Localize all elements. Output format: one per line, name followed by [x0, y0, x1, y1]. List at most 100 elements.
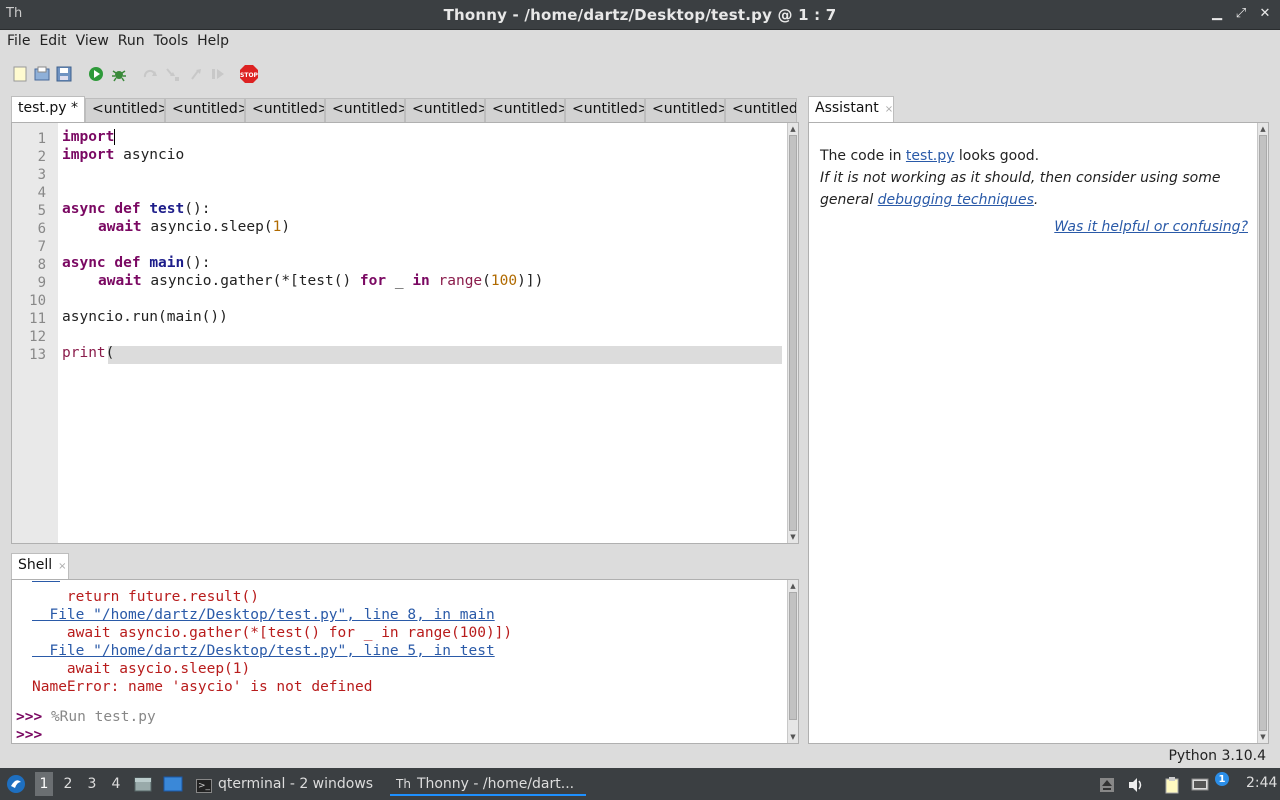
debug-icon[interactable]: [110, 65, 128, 83]
shell-scroll-thumb[interactable]: [789, 592, 797, 720]
shell-error-message: NameError: name 'asycio' is not defined: [32, 679, 373, 695]
tab-untitled[interactable]: <untitled>: [325, 98, 405, 122]
workspace-3[interactable]: 3: [83, 776, 101, 792]
line-number: 9: [37, 275, 46, 291]
stop-icon-label: STOP: [240, 72, 259, 79]
menu-view[interactable]: View: [72, 30, 113, 54]
shell-scrollbar[interactable]: ▲ ▼: [787, 580, 798, 743]
line-number: 11: [29, 311, 46, 327]
line-number: 7: [37, 239, 46, 255]
code-line-13: print(: [62, 345, 115, 361]
volume-icon[interactable]: [1127, 776, 1145, 794]
new-file-icon[interactable]: [11, 65, 29, 83]
tab-untitled[interactable]: <untitled>: [565, 98, 645, 122]
tab-untitled[interactable]: <untitled>: [645, 98, 725, 122]
code-line-9: await asyncio.gather(*[test() for _ in r…: [98, 273, 544, 289]
step-over-icon[interactable]: [141, 65, 159, 83]
stop-icon[interactable]: STOP: [239, 64, 259, 84]
save-file-icon[interactable]: [55, 65, 73, 83]
menu-tools[interactable]: Tools: [150, 30, 193, 54]
clock[interactable]: 2:44: [1246, 775, 1277, 791]
shell-input-line[interactable]: >>>: [16, 727, 42, 743]
shell-console[interactable]: return future.result() File "/home/dartz…: [11, 579, 799, 744]
code-line-5: async def test():: [62, 201, 211, 217]
editor-scrollbar[interactable]: ▲ ▼: [787, 123, 798, 543]
close-tab-icon[interactable]: ×: [58, 561, 66, 572]
window-titlebar: Th Thonny - /home/dartz/Desktop/test.py …: [0, 0, 1280, 30]
close-tab-icon[interactable]: ×: [885, 104, 893, 115]
tab-untitled[interactable]: <untitled>: [485, 98, 565, 122]
menu-run[interactable]: Run: [114, 30, 149, 54]
task-qterminal[interactable]: >_ qterminal - 2 windows: [190, 772, 379, 796]
line-number: 1: [37, 131, 46, 147]
editor-scroll-thumb[interactable]: [789, 135, 797, 531]
minimize-icon[interactable]: ▁: [1210, 6, 1224, 21]
show-desktop-icon[interactable]: [163, 775, 183, 793]
clipboard-icon[interactable]: [1163, 776, 1181, 794]
line-number-gutter: 1 2 3 4 5 6 7 8 9 10 11 12 13: [12, 123, 58, 543]
scroll-up-icon[interactable]: ▲: [788, 124, 798, 134]
step-out-icon[interactable]: [187, 65, 205, 83]
scroll-down-icon[interactable]: ▼: [1258, 732, 1268, 742]
line-number: 12: [29, 329, 46, 345]
scroll-down-icon[interactable]: ▼: [788, 732, 798, 742]
start-menu-icon[interactable]: [6, 774, 26, 794]
system-taskbar: 1 2 3 4 >_ qterminal - 2 windows Th Thonny…: [0, 768, 1280, 800]
assistant-message: The code in test.py looks good.: [820, 148, 1040, 164]
workspace-1[interactable]: 1: [35, 772, 53, 796]
menu-edit[interactable]: Edit: [35, 30, 70, 54]
assistant-panel: The code in test.py looks good. If it is…: [808, 122, 1269, 744]
tab-untitled[interactable]: <untitled>: [165, 98, 245, 122]
line-number: 3: [37, 167, 46, 183]
scroll-down-icon[interactable]: ▼: [788, 532, 798, 542]
tab-test-py[interactable]: test.py *: [11, 96, 85, 122]
tab-untitled[interactable]: <untitled>: [405, 98, 485, 122]
window-title: Thonny - /home/dartz/Desktop/test.py @ 1…: [443, 6, 837, 24]
menu-file[interactable]: File: [3, 30, 34, 54]
code-editor[interactable]: 1 2 3 4 5 6 7 8 9 10 11 12 13 import​ im…: [11, 122, 799, 544]
workspace-4[interactable]: 4: [107, 776, 125, 792]
line-number: 13: [29, 347, 46, 363]
menu-help[interactable]: Help: [193, 30, 233, 54]
resume-icon[interactable]: [209, 65, 227, 83]
current-line-highlight: [108, 346, 782, 364]
file-manager-icon[interactable]: [134, 775, 152, 793]
assistant-hint: If it is not working as it should, then …: [820, 170, 1221, 208]
close-icon[interactable]: ✕: [1258, 6, 1272, 21]
assistant-scroll-thumb[interactable]: [1259, 135, 1267, 731]
tab-untitled[interactable]: <untitled>: [725, 98, 797, 122]
task-thonny[interactable]: Th Thonny - /home/dart...: [390, 772, 586, 796]
debugging-link[interactable]: debugging techniques: [878, 192, 1034, 208]
tab-untitled[interactable]: <untitled>: [245, 98, 325, 122]
shell-prompt-line: >>> %Run test.py: [16, 709, 156, 725]
scroll-up-icon[interactable]: ▲: [788, 581, 798, 591]
step-into-icon[interactable]: [163, 65, 181, 83]
shell-cut-link: [32, 574, 60, 582]
scroll-up-icon[interactable]: ▲: [1258, 124, 1268, 134]
shell-line: await asycio.sleep(1): [32, 661, 251, 677]
shell-line: await asyncio.gather(*[test() for _ in r…: [32, 625, 513, 641]
network-icon[interactable]: [1191, 776, 1209, 794]
upload-icon[interactable]: [1098, 776, 1116, 794]
traceback-link[interactable]: File "/home/dartz/Desktop/test.py", line…: [32, 607, 494, 623]
code-line-1: import​: [62, 129, 116, 145]
open-file-icon[interactable]: [33, 65, 51, 83]
traceback-link[interactable]: File "/home/dartz/Desktop/test.py", line…: [32, 643, 494, 659]
python-version[interactable]: Python 3.10.4: [1168, 748, 1266, 764]
code-line-6: await asyncio.sleep(1): [98, 219, 291, 235]
code-line-2: import asyncio: [62, 147, 185, 163]
file-link[interactable]: test.py: [906, 148, 955, 164]
line-number: 6: [37, 221, 46, 237]
maximize-icon[interactable]: ⤢: [1234, 6, 1248, 21]
line-number: 5: [37, 203, 46, 219]
notification-icon[interactable]: 1: [1215, 772, 1229, 786]
assistant-scrollbar[interactable]: ▲ ▼: [1257, 123, 1268, 743]
text-cursor: ​: [114, 129, 116, 145]
workspace-2[interactable]: 2: [59, 776, 77, 792]
tab-assistant[interactable]: Assistant ×: [808, 96, 894, 122]
line-number: 4: [37, 185, 46, 201]
run-icon[interactable]: [87, 65, 105, 83]
shell-line: return future.result(): [32, 589, 259, 605]
tab-untitled[interactable]: <untitled>: [85, 98, 165, 122]
feedback-link[interactable]: Was it helpful or confusing?: [1054, 219, 1248, 235]
